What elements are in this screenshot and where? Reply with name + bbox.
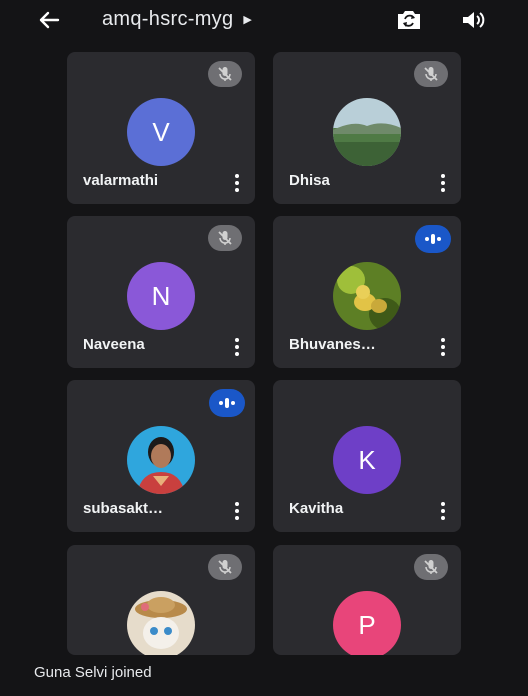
mic-off-icon xyxy=(424,560,438,574)
more-options-button[interactable] xyxy=(227,336,247,358)
speaking-indicator xyxy=(209,389,245,417)
mic-off-icon xyxy=(218,67,232,81)
mic-muted-badge xyxy=(208,225,242,251)
participant-name: Bhuvanes… xyxy=(289,336,376,353)
switch-camera-icon xyxy=(398,11,420,29)
meeting-code: amq-hsrc-myg xyxy=(102,8,234,30)
caret-right-icon: ▶ xyxy=(243,14,253,26)
more-options-button[interactable] xyxy=(227,172,247,194)
audio-level-icon xyxy=(425,234,441,244)
speaking-indicator xyxy=(415,225,451,253)
mic-off-icon xyxy=(218,560,232,574)
participant-tile[interactable]: P xyxy=(273,545,461,655)
back-button[interactable] xyxy=(34,6,64,34)
more-options-button[interactable] xyxy=(433,172,453,194)
mic-off-icon xyxy=(218,231,232,245)
avatar-photo-landscape xyxy=(333,98,401,166)
participant-name: subasakt… xyxy=(83,500,164,517)
more-options-button[interactable] xyxy=(433,500,453,522)
meeting-code-button[interactable]: amq-hsrc-myg ▶ xyxy=(102,8,252,31)
mic-muted-badge xyxy=(414,61,448,87)
arrow-left-icon xyxy=(39,11,60,29)
avatar: K xyxy=(333,426,401,494)
avatar: P xyxy=(333,591,401,655)
mic-muted-badge xyxy=(414,554,448,580)
participant-tile[interactable]: N Naveena xyxy=(67,216,255,368)
mic-muted-badge xyxy=(208,554,242,580)
participant-name: Naveena xyxy=(83,336,145,353)
speaker-button[interactable] xyxy=(459,8,489,32)
participant-tile[interactable] xyxy=(67,545,255,655)
avatar-photo-ducklings xyxy=(333,262,401,330)
participant-tile[interactable]: K Kavitha xyxy=(273,380,461,532)
join-notification: Guna Selvi joined xyxy=(34,664,152,681)
speaker-icon xyxy=(463,12,485,28)
avatar-photo-person xyxy=(127,426,195,494)
top-bar: amq-hsrc-myg ▶ xyxy=(0,0,528,40)
more-options-button[interactable] xyxy=(433,336,453,358)
avatar: V xyxy=(127,98,195,166)
audio-level-icon xyxy=(219,398,235,408)
participant-name: valarmathi xyxy=(83,172,159,189)
mic-muted-badge xyxy=(208,61,242,87)
avatar-photo-cat xyxy=(127,591,195,655)
participant-name: Kavitha xyxy=(289,500,344,517)
participant-tile[interactable]: V valarmathi xyxy=(67,52,255,204)
participant-name: Dhisa xyxy=(289,172,330,189)
switch-camera-button[interactable] xyxy=(394,7,424,33)
avatar: N xyxy=(127,262,195,330)
participant-tile[interactable]: Bhuvanes… xyxy=(273,216,461,368)
more-options-button[interactable] xyxy=(227,500,247,522)
participant-tile[interactable]: subasakt… xyxy=(67,380,255,532)
participant-tile[interactable]: Dhisa xyxy=(273,52,461,204)
mic-off-icon xyxy=(424,67,438,81)
